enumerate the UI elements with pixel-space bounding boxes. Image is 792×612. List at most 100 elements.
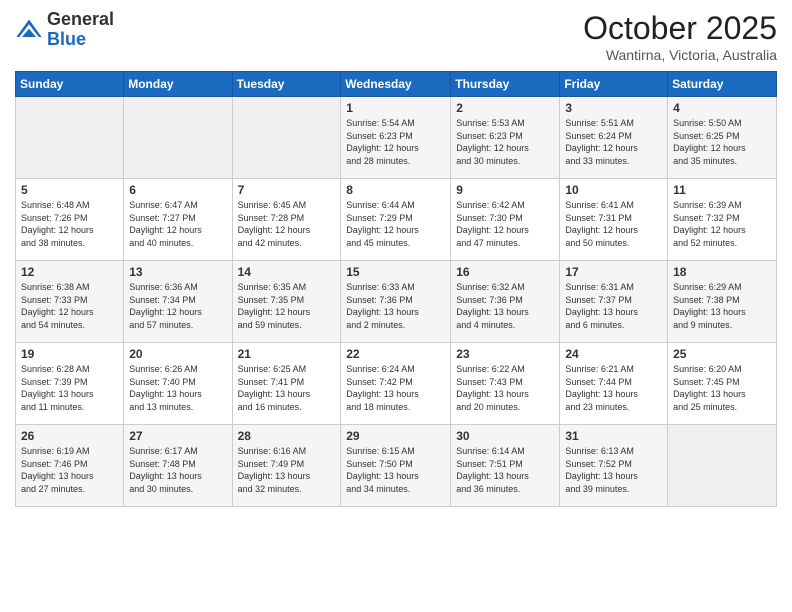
day-number: 27: [129, 429, 226, 443]
day-header-friday: Friday: [560, 72, 668, 97]
calendar-cell: 4Sunrise: 5:50 AM Sunset: 6:25 PM Daylig…: [668, 97, 777, 179]
day-header-tuesday: Tuesday: [232, 72, 341, 97]
day-info: Sunrise: 6:14 AM Sunset: 7:51 PM Dayligh…: [456, 445, 554, 495]
calendar-cell: [668, 425, 777, 507]
day-info: Sunrise: 6:13 AM Sunset: 7:52 PM Dayligh…: [565, 445, 662, 495]
calendar-cell: 3 Sunrise: 5:51 AM Sunset: 6:24 PM Daylig…: [560, 97, 668, 179]
calendar-cell: [124, 97, 232, 179]
day-info: Sunrise: 6:26 AM Sunset: 7:40 PM Dayligh…: [129, 363, 226, 413]
day-number: 23: [456, 347, 554, 361]
day-header-monday: Monday: [124, 72, 232, 97]
day-number: 8: [346, 183, 445, 197]
calendar-cell: 21Sunrise: 6:25 AM Sunset: 7:41 PM Dayli…: [232, 343, 341, 425]
calendar-cell: 5 Sunrise: 6:48 AM Sunset: 7:26 PM Daylig…: [16, 179, 124, 261]
day-info: Sunrise: 6:48 AM Sunset: 7:26 PM Dayligh…: [21, 199, 118, 249]
day-info: Sunrise: 6:44 AM Sunset: 7:29 PM Dayligh…: [346, 199, 445, 249]
calendar-header-row: SundayMondayTuesdayWednesdayThursdayFrid…: [16, 72, 777, 97]
day-info: Sunrise: 6:29 AM Sunset: 7:38 PM Dayligh…: [673, 281, 771, 331]
calendar-cell: 30Sunrise: 6:14 AM Sunset: 7:51 PM Dayli…: [451, 425, 560, 507]
logo: General Blue: [15, 10, 114, 50]
day-number: 26: [21, 429, 118, 443]
calendar-cell: 25Sunrise: 6:20 AM Sunset: 7:45 PM Dayli…: [668, 343, 777, 425]
logo-text: General Blue: [47, 10, 114, 50]
day-info: Sunrise: 6:21 AM Sunset: 7:44 PM Dayligh…: [565, 363, 662, 413]
day-info: Sunrise: 6:15 AM Sunset: 7:50 PM Dayligh…: [346, 445, 445, 495]
day-info: Sunrise: 6:16 AM Sunset: 7:49 PM Dayligh…: [238, 445, 336, 495]
day-number: 16: [456, 265, 554, 279]
calendar-cell: 10 Sunrise: 6:41 AM Sunset: 7:31 PM Dayli…: [560, 179, 668, 261]
calendar-cell: 2 Sunrise: 5:53 AM Sunset: 6:23 PM Daylig…: [451, 97, 560, 179]
day-info: Sunrise: 6:24 AM Sunset: 7:42 PM Dayligh…: [346, 363, 445, 413]
header: General Blue October 2025 Wantirna, Vict…: [15, 10, 777, 63]
day-info: Sunrise: 6:38 AM Sunset: 7:33 PM Dayligh…: [21, 281, 118, 331]
calendar-cell: 9 Sunrise: 6:42 AM Sunset: 7:30 PM Daylig…: [451, 179, 560, 261]
day-number: 22: [346, 347, 445, 361]
day-number: 4: [673, 101, 771, 115]
day-number: 20: [129, 347, 226, 361]
calendar-cell: 12 Sunrise: 6:38 AM Sunset: 7:33 PM Dayli…: [16, 261, 124, 343]
day-number: 3: [565, 101, 662, 115]
day-info: Sunrise: 5:53 AM Sunset: 6:23 PM Dayligh…: [456, 117, 554, 167]
calendar-cell: 28Sunrise: 6:16 AM Sunset: 7:49 PM Dayli…: [232, 425, 341, 507]
calendar-cell: 16 Sunrise: 6:32 AM Sunset: 7:36 PM Dayli…: [451, 261, 560, 343]
day-info: Sunrise: 6:32 AM Sunset: 7:36 PM Dayligh…: [456, 281, 554, 331]
calendar-cell: 8 Sunrise: 6:44 AM Sunset: 7:29 PM Daylig…: [341, 179, 451, 261]
calendar-week-4: 19Sunrise: 6:28 AM Sunset: 7:39 PM Dayli…: [16, 343, 777, 425]
day-number: 5: [21, 183, 118, 197]
calendar-week-5: 26Sunrise: 6:19 AM Sunset: 7:46 PM Dayli…: [16, 425, 777, 507]
day-info: Sunrise: 6:39 AM Sunset: 7:32 PM Dayligh…: [673, 199, 771, 249]
day-number: 21: [238, 347, 336, 361]
day-info: Sunrise: 5:54 AM Sunset: 6:23 PM Dayligh…: [346, 117, 445, 167]
calendar-week-2: 5 Sunrise: 6:48 AM Sunset: 7:26 PM Daylig…: [16, 179, 777, 261]
day-number: 24: [565, 347, 662, 361]
day-info: Sunrise: 6:36 AM Sunset: 7:34 PM Dayligh…: [129, 281, 226, 331]
calendar-cell: 11 Sunrise: 6:39 AM Sunset: 7:32 PM Dayli…: [668, 179, 777, 261]
day-info: Sunrise: 6:42 AM Sunset: 7:30 PM Dayligh…: [456, 199, 554, 249]
day-info: Sunrise: 6:45 AM Sunset: 7:28 PM Dayligh…: [238, 199, 336, 249]
calendar-cell: 20 Sunrise: 6:26 AM Sunset: 7:40 PM Dayli…: [124, 343, 232, 425]
logo-icon: [15, 16, 43, 44]
day-info: Sunrise: 6:22 AM Sunset: 7:43 PM Dayligh…: [456, 363, 554, 413]
calendar-cell: 29 Sunrise: 6:15 AM Sunset: 7:50 PM Dayli…: [341, 425, 451, 507]
calendar-cell: 15 Sunrise: 6:33 AM Sunset: 7:36 PM Dayli…: [341, 261, 451, 343]
calendar: SundayMondayTuesdayWednesdayThursdayFrid…: [15, 71, 777, 507]
day-number: 7: [238, 183, 336, 197]
day-number: 6: [129, 183, 226, 197]
day-info: Sunrise: 5:51 AM Sunset: 6:24 PM Dayligh…: [565, 117, 662, 167]
day-number: 29: [346, 429, 445, 443]
calendar-cell: [232, 97, 341, 179]
calendar-cell: 23 Sunrise: 6:22 AM Sunset: 7:43 PM Dayli…: [451, 343, 560, 425]
day-number: 11: [673, 183, 771, 197]
day-number: 18: [673, 265, 771, 279]
day-info: Sunrise: 6:17 AM Sunset: 7:48 PM Dayligh…: [129, 445, 226, 495]
day-header-sunday: Sunday: [16, 72, 124, 97]
day-info: Sunrise: 6:28 AM Sunset: 7:39 PM Dayligh…: [21, 363, 118, 413]
day-number: 14: [238, 265, 336, 279]
day-number: 15: [346, 265, 445, 279]
day-header-thursday: Thursday: [451, 72, 560, 97]
day-info: Sunrise: 6:31 AM Sunset: 7:37 PM Dayligh…: [565, 281, 662, 331]
calendar-cell: 18 Sunrise: 6:29 AM Sunset: 7:38 PM Dayli…: [668, 261, 777, 343]
day-number: 13: [129, 265, 226, 279]
calendar-cell: 22 Sunrise: 6:24 AM Sunset: 7:42 PM Dayli…: [341, 343, 451, 425]
day-number: 10: [565, 183, 662, 197]
day-info: Sunrise: 6:33 AM Sunset: 7:36 PM Dayligh…: [346, 281, 445, 331]
day-info: Sunrise: 6:41 AM Sunset: 7:31 PM Dayligh…: [565, 199, 662, 249]
calendar-cell: [16, 97, 124, 179]
calendar-cell: 7 Sunrise: 6:45 AM Sunset: 7:28 PM Daylig…: [232, 179, 341, 261]
day-header-wednesday: Wednesday: [341, 72, 451, 97]
calendar-cell: 17 Sunrise: 6:31 AM Sunset: 7:37 PM Dayli…: [560, 261, 668, 343]
calendar-cell: 1 Sunrise: 5:54 AM Sunset: 6:23 PM Daylig…: [341, 97, 451, 179]
calendar-cell: 24 Sunrise: 6:21 AM Sunset: 7:44 PM Dayli…: [560, 343, 668, 425]
page: General Blue October 2025 Wantirna, Vict…: [0, 0, 792, 612]
day-number: 1: [346, 101, 445, 115]
day-number: 9: [456, 183, 554, 197]
day-info: Sunrise: 6:20 AM Sunset: 7:45 PM Dayligh…: [673, 363, 771, 413]
calendar-cell: 31 Sunrise: 6:13 AM Sunset: 7:52 PM Dayli…: [560, 425, 668, 507]
calendar-cell: 13 Sunrise: 6:36 AM Sunset: 7:34 PM Dayli…: [124, 261, 232, 343]
day-number: 31: [565, 429, 662, 443]
day-number: 12: [21, 265, 118, 279]
day-number: 17: [565, 265, 662, 279]
calendar-cell: 27 Sunrise: 6:17 AM Sunset: 7:48 PM Dayli…: [124, 425, 232, 507]
day-number: 2: [456, 101, 554, 115]
